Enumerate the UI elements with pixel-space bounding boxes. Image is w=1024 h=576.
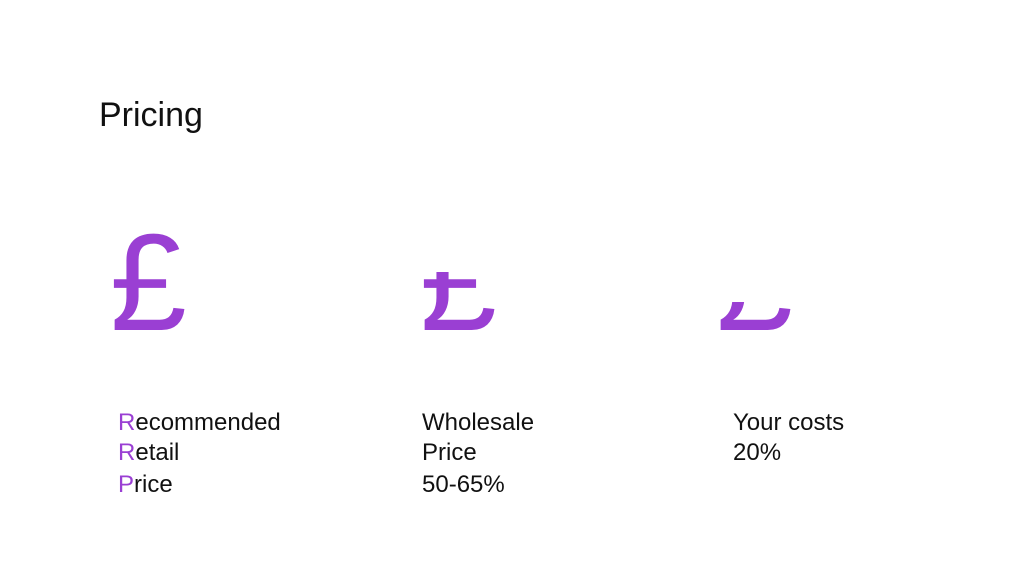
symbol-mask [420,222,540,272]
slide: Pricing £ £ £ Recommended Retail Price W… [0,0,1024,576]
rrp-line-price: Price [118,470,281,500]
rrp-line-recommended: Recommended [118,408,281,438]
costs-line-1: Your costs [733,409,845,436]
pound-sign-glyph: £ [110,222,187,352]
rrp-label: Recommended Retail Price [118,408,281,500]
rrp-line-retail: Retail [118,438,281,468]
pound-sign-fragment-icon: £ [716,222,836,352]
pound-sign-icon: £ [110,222,230,352]
pound-sign-partial-icon: £ [420,222,540,352]
wholesale-percentage: 50-65% [422,471,505,498]
rrp-initial: R [118,439,136,466]
rrp-line-rest: etail [135,439,180,466]
symbol-mask [716,222,836,302]
costs-percentage: 20% [733,439,782,466]
costs-label: Your costs 20% [733,408,844,468]
wholesale-line-2: Price [422,439,477,466]
rrp-line-rest: rice [134,471,173,498]
rrp-initial: R [118,409,136,436]
rrp-line-rest: ecommended [135,409,281,436]
wholesale-line-1: Wholesale [422,409,535,436]
wholesale-label: Wholesale Price 50-65% [422,408,534,500]
slide-title: Pricing [99,96,203,134]
rrp-initial: P [118,471,135,498]
